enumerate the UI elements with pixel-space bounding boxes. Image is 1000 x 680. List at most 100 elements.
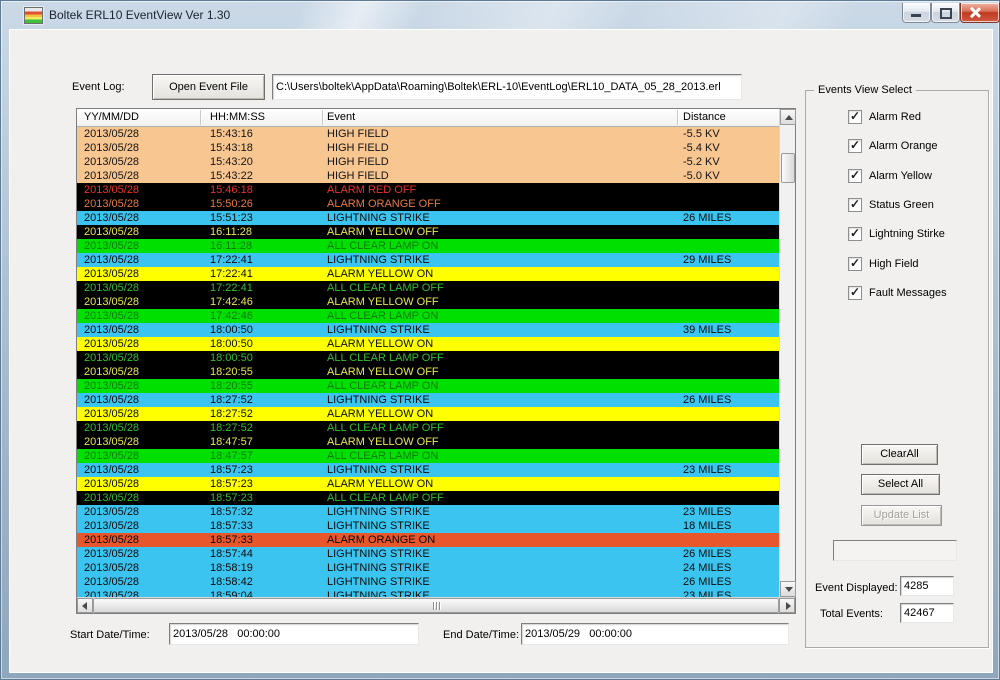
cell-time: 18:57:23 bbox=[210, 463, 253, 477]
vertical-scrollbar[interactable] bbox=[779, 109, 795, 597]
table-row[interactable]: 2013/05/2815:51:23LIGHTNING STRIKE26 MIL… bbox=[77, 211, 779, 225]
event-displayed-value[interactable] bbox=[904, 577, 950, 595]
table-row[interactable]: 2013/05/2818:57:33ALARM ORANGE ON bbox=[77, 533, 779, 547]
scroll-down-button[interactable] bbox=[780, 581, 796, 597]
app-window: Boltek ERL10 EventView Ver 1.30 Event Lo… bbox=[0, 0, 1000, 680]
checkbox-high-field[interactable]: ✓ bbox=[848, 257, 862, 271]
cell-date: 2013/05/28 bbox=[84, 407, 139, 421]
cell-time: 18:57:23 bbox=[210, 491, 253, 505]
table-row[interactable]: 2013/05/2815:43:20HIGH FIELD-5.2 KV bbox=[77, 155, 779, 169]
checkbox-lightning-stirke[interactable]: ✓ bbox=[848, 227, 862, 241]
maximize-button[interactable] bbox=[931, 3, 960, 23]
table-row[interactable]: 2013/05/2818:20:55ALARM YELLOW OFF bbox=[77, 365, 779, 379]
end-datetime-label: End Date/Time: bbox=[443, 629, 519, 641]
cell-event: ALL CLEAR LAMP OFF bbox=[327, 281, 444, 295]
table-row[interactable]: 2013/05/2818:57:33LIGHTNING STRIKE18 MIL… bbox=[77, 519, 779, 533]
checkbox-alarm-yellow[interactable]: ✓ bbox=[848, 169, 862, 183]
table-row[interactable]: 2013/05/2818:47:57ALARM YELLOW OFF bbox=[77, 435, 779, 449]
table-row[interactable]: 2013/05/2816:11:28ALL CLEAR LAMP ON bbox=[77, 239, 779, 253]
app-icon[interactable] bbox=[24, 7, 43, 24]
end-datetime-input[interactable] bbox=[525, 624, 785, 644]
cell-date: 2013/05/28 bbox=[84, 351, 139, 365]
cell-event: LIGHTNING STRIKE bbox=[327, 253, 430, 267]
cell-event: ALARM YELLOW OFF bbox=[327, 295, 439, 309]
checkbox-alarm-red[interactable]: ✓ bbox=[848, 110, 862, 124]
table-row[interactable]: 2013/05/2818:58:19LIGHTNING STRIKE24 MIL… bbox=[77, 561, 779, 575]
scroll-right-button[interactable] bbox=[779, 598, 795, 613]
cell-time: 18:20:55 bbox=[210, 365, 253, 379]
checkbox-alarm-orange[interactable]: ✓ bbox=[848, 139, 862, 153]
table-row[interactable]: 2013/05/2818:27:52ALARM YELLOW ON bbox=[77, 407, 779, 421]
client-area: Event Log: Open Event File YY/MM/DD HH:M… bbox=[9, 29, 993, 673]
scroll-up-button[interactable] bbox=[780, 109, 796, 125]
column-divider[interactable] bbox=[200, 110, 201, 125]
table-row[interactable]: 2013/05/2816:11:28ALARM YELLOW OFF bbox=[77, 225, 779, 239]
cell-event: LIGHTNING STRIKE bbox=[327, 589, 430, 597]
start-datetime-label: Start Date/Time: bbox=[70, 629, 150, 641]
table-row[interactable]: 2013/05/2818:00:50ALL CLEAR LAMP OFF bbox=[77, 351, 779, 365]
table-row[interactable]: 2013/05/2818:00:50LIGHTNING STRIKE39 MIL… bbox=[77, 323, 779, 337]
event-table-body: 2013/05/2815:43:16HIGH FIELD-5.5 KV2013/… bbox=[77, 127, 779, 597]
table-row[interactable]: 2013/05/2815:43:16HIGH FIELD-5.5 KV bbox=[77, 127, 779, 141]
grip-icon bbox=[439, 602, 440, 610]
cell-dist: 26 MILES bbox=[683, 211, 731, 225]
cell-date: 2013/05/28 bbox=[84, 127, 139, 141]
table-row[interactable]: 2013/05/2815:50:26ALARM ORANGE OFF bbox=[77, 197, 779, 211]
table-row[interactable]: 2013/05/2815:43:18HIGH FIELD-5.4 KV bbox=[77, 141, 779, 155]
table-row[interactable]: 2013/05/2818:59:04LIGHTNING STRIKE23 MIL… bbox=[77, 589, 779, 597]
horizontal-scrollbar-thumb[interactable] bbox=[93, 598, 779, 613]
cell-time: 18:59:04 bbox=[210, 589, 253, 597]
column-header-time[interactable]: HH:MM:SS bbox=[210, 109, 265, 126]
table-row[interactable]: 2013/05/2818:20:55ALL CLEAR LAMP ON bbox=[77, 379, 779, 393]
table-row[interactable]: 2013/05/2818:57:23ALL CLEAR LAMP OFF bbox=[77, 491, 779, 505]
minimize-button[interactable] bbox=[902, 3, 931, 23]
table-row[interactable]: 2013/05/2818:00:50ALARM YELLOW ON bbox=[77, 337, 779, 351]
table-row[interactable]: 2013/05/2817:22:41ALL CLEAR LAMP OFF bbox=[77, 281, 779, 295]
start-datetime-input[interactable] bbox=[173, 624, 415, 644]
table-row[interactable]: 2013/05/2818:57:23ALARM YELLOW ON bbox=[77, 477, 779, 491]
vertical-scrollbar-thumb[interactable] bbox=[781, 153, 795, 183]
cell-event: HIGH FIELD bbox=[327, 127, 389, 141]
column-divider[interactable] bbox=[322, 110, 323, 125]
column-header-date[interactable]: YY/MM/DD bbox=[84, 109, 139, 126]
table-row[interactable]: 2013/05/2817:22:41LIGHTNING STRIKE29 MIL… bbox=[77, 253, 779, 267]
table-row[interactable]: 2013/05/2818:58:42LIGHTNING STRIKE26 MIL… bbox=[77, 575, 779, 589]
table-row[interactable]: 2013/05/2818:57:44LIGHTNING STRIKE26 MIL… bbox=[77, 547, 779, 561]
checkbox-status-green[interactable]: ✓ bbox=[848, 198, 862, 212]
event-log-path-box bbox=[272, 74, 742, 100]
cell-time: 15:43:20 bbox=[210, 155, 253, 169]
close-button[interactable] bbox=[960, 3, 1000, 23]
table-row[interactable]: 2013/05/2818:27:52LIGHTNING STRIKE26 MIL… bbox=[77, 393, 779, 407]
event-displayed-box bbox=[900, 576, 954, 596]
progress-field bbox=[833, 540, 957, 561]
cell-time: 18:47:57 bbox=[210, 449, 253, 463]
cell-event: LIGHTNING STRIKE bbox=[327, 323, 430, 337]
title-bar[interactable]: Boltek ERL10 EventView Ver 1.30 bbox=[1, 1, 999, 29]
clear-all-button[interactable]: ClearAll bbox=[861, 444, 938, 465]
open-event-file-button[interactable]: Open Event File bbox=[152, 74, 265, 100]
column-divider[interactable] bbox=[677, 110, 678, 125]
cell-date: 2013/05/28 bbox=[84, 295, 139, 309]
checkbox-fault-messages[interactable]: ✓ bbox=[848, 286, 862, 300]
table-row[interactable]: 2013/05/2818:27:52ALL CLEAR LAMP OFF bbox=[77, 421, 779, 435]
cell-dist: 26 MILES bbox=[683, 575, 731, 589]
cell-date: 2013/05/28 bbox=[84, 365, 139, 379]
table-row[interactable]: 2013/05/2817:22:41ALARM YELLOW ON bbox=[77, 267, 779, 281]
select-all-button[interactable]: Select All bbox=[861, 474, 940, 495]
table-row[interactable]: 2013/05/2815:46:18ALARM RED OFF bbox=[77, 183, 779, 197]
table-row[interactable]: 2013/05/2817:42:46ALARM YELLOW OFF bbox=[77, 295, 779, 309]
table-row[interactable]: 2013/05/2818:47:57ALL CLEAR LAMP ON bbox=[77, 449, 779, 463]
cell-date: 2013/05/28 bbox=[84, 225, 139, 239]
table-row[interactable]: 2013/05/2818:57:23LIGHTNING STRIKE23 MIL… bbox=[77, 463, 779, 477]
horizontal-scrollbar[interactable] bbox=[77, 597, 795, 613]
scroll-left-button[interactable] bbox=[77, 598, 93, 613]
table-row[interactable]: 2013/05/2815:43:22HIGH FIELD-5.0 KV bbox=[77, 169, 779, 183]
total-events-label: Total Events: bbox=[820, 608, 883, 620]
column-header-event[interactable]: Event bbox=[327, 109, 355, 126]
event-log-path-input[interactable] bbox=[276, 75, 738, 99]
total-events-value[interactable] bbox=[904, 604, 950, 622]
table-row[interactable]: 2013/05/2817:42:46ALL CLEAR LAMP ON bbox=[77, 309, 779, 323]
column-header-distance[interactable]: Distance bbox=[683, 109, 726, 126]
cell-event: ALARM YELLOW ON bbox=[327, 477, 433, 491]
table-row[interactable]: 2013/05/2818:57:32LIGHTNING STRIKE23 MIL… bbox=[77, 505, 779, 519]
